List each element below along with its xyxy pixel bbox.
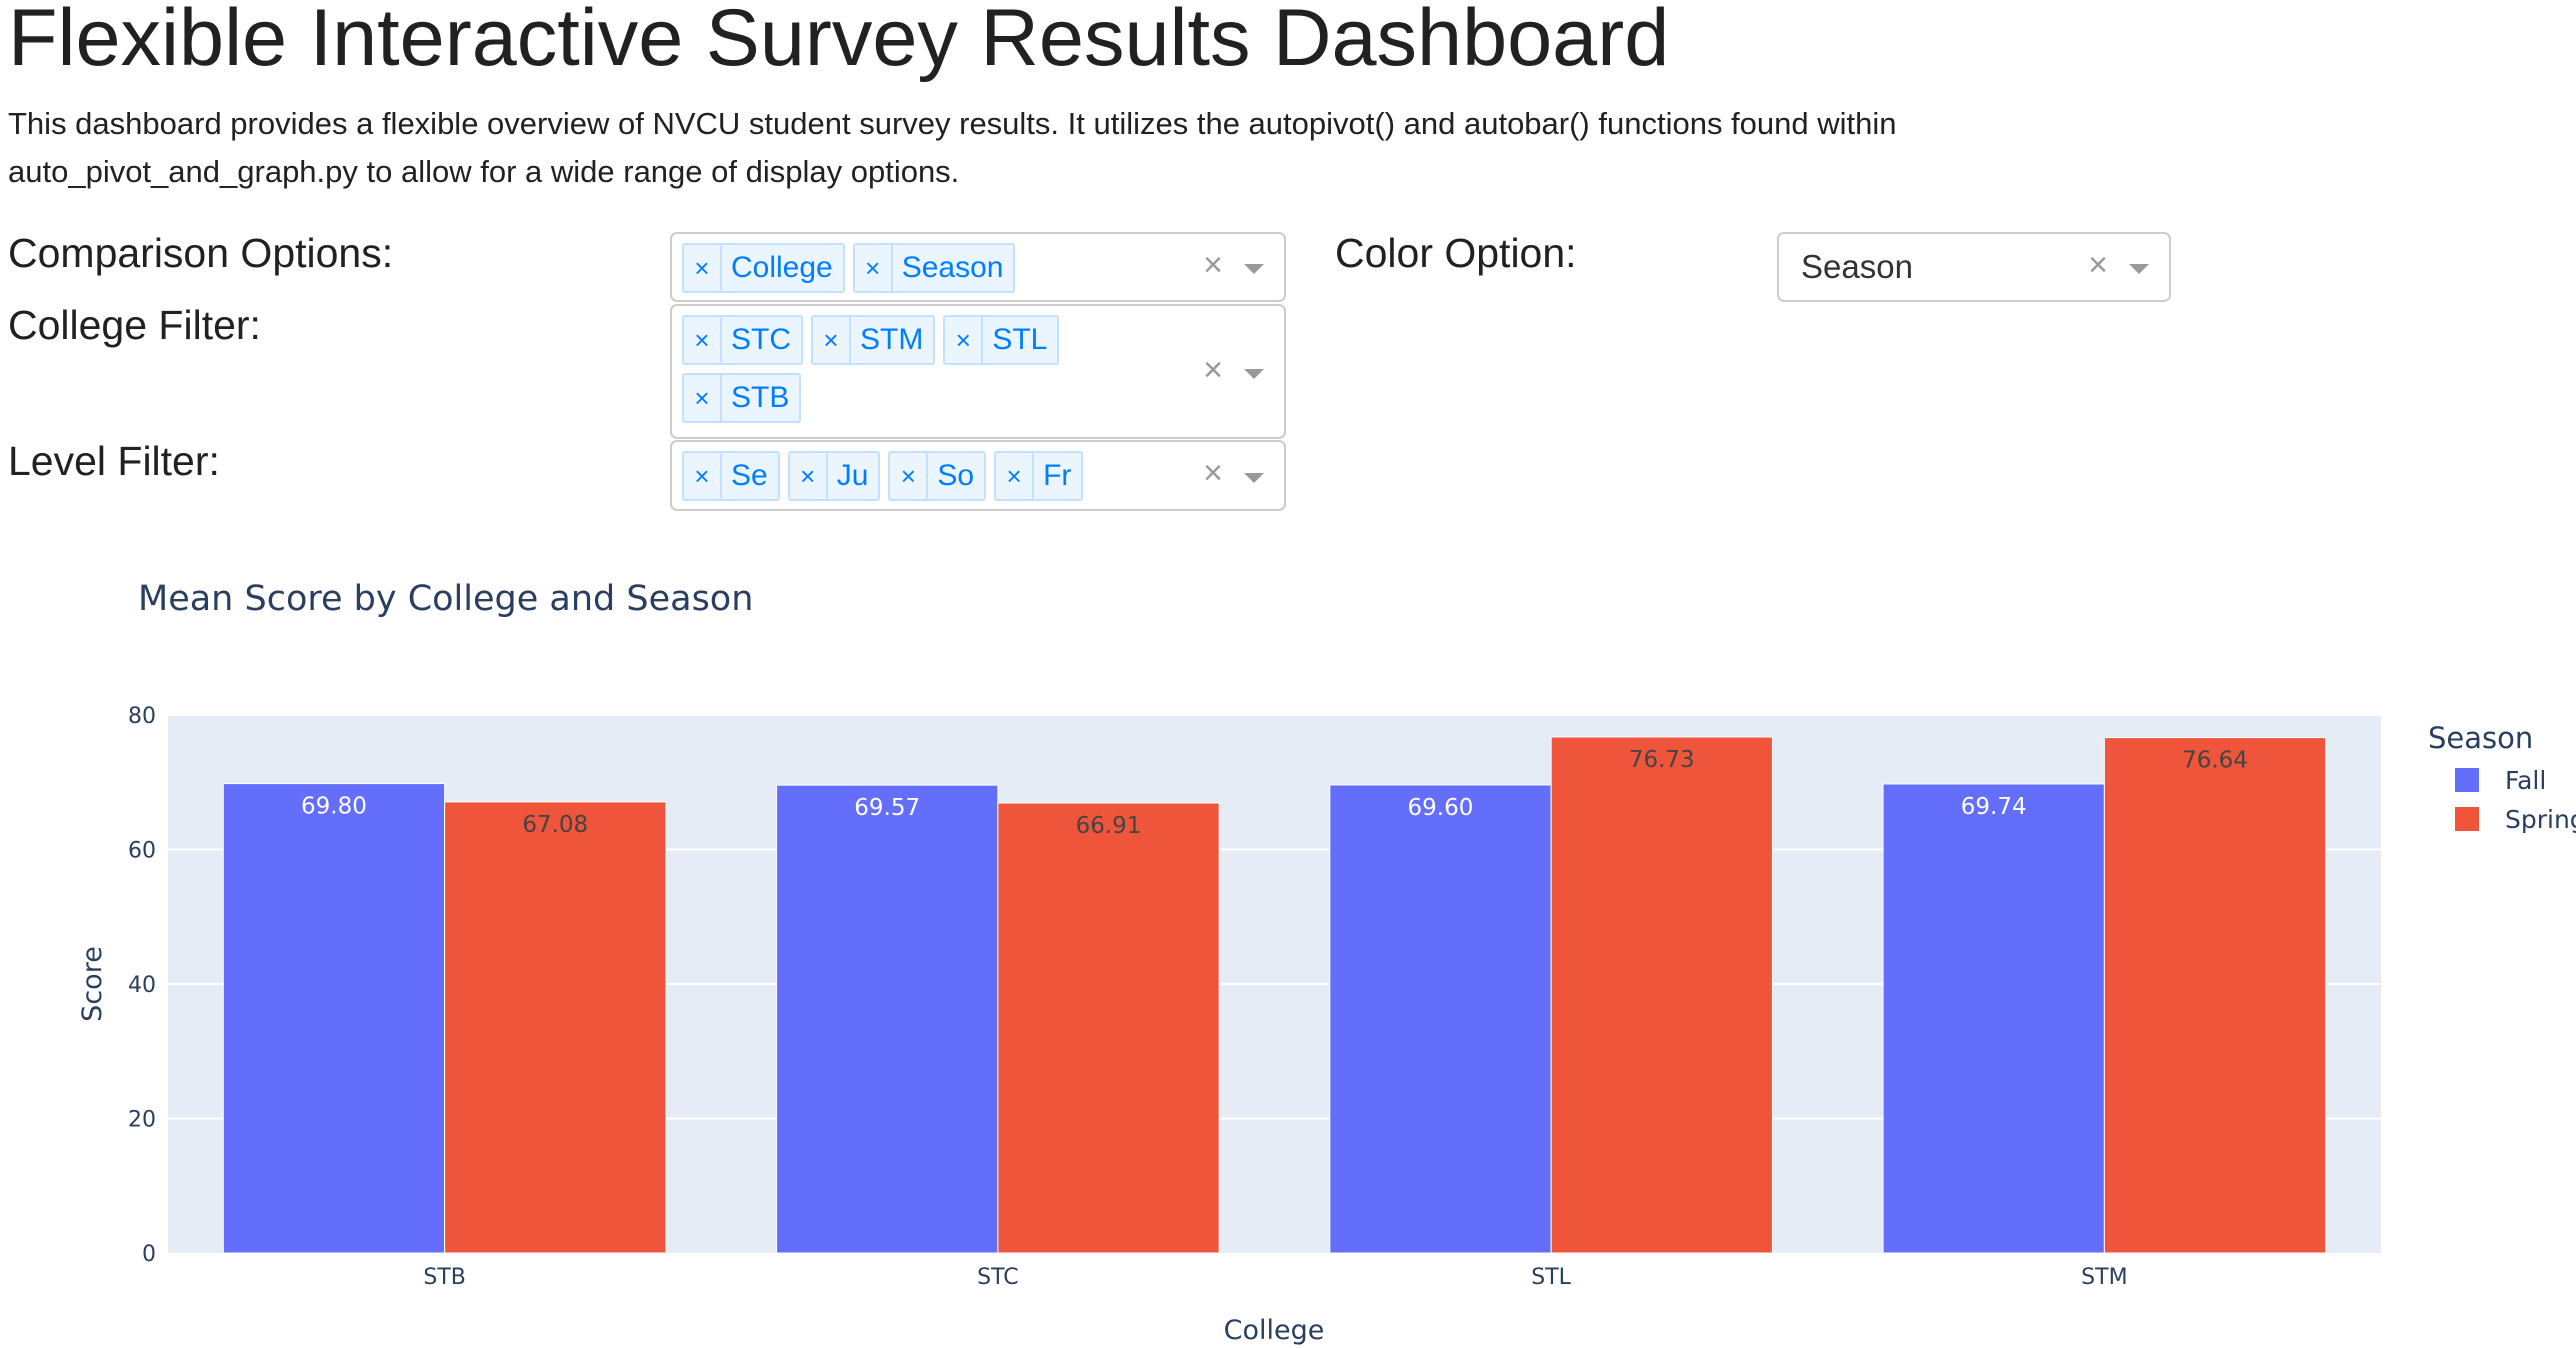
y-axis-title: Score — [77, 946, 108, 1022]
x-tick-label: STC — [977, 1265, 1018, 1290]
data-label: 69.74 — [1961, 794, 2027, 820]
college-filter-dropdown[interactable]: × STC × STM × STL × STB × — [670, 304, 1286, 439]
data-label: 66.91 — [1076, 813, 1142, 839]
chip-stb: × STB — [682, 373, 802, 423]
bar-spring-stl — [1550, 736, 1773, 1254]
level-filter-dropdown[interactable]: × Se × Ju × So × Fr × — [670, 440, 1286, 511]
y-tick-label: 20 — [128, 1108, 156, 1133]
y-tick-label: 40 — [128, 973, 156, 998]
legend-item-label: Fall — [2505, 766, 2546, 795]
chip-label: So — [937, 459, 975, 492]
page-description: This dashboard provides a flexible overv… — [8, 106, 1897, 189]
chevron-down-icon[interactable] — [1244, 264, 1264, 274]
chip-stl: × STL — [943, 315, 1060, 365]
comparison-options-label: Comparison Options: — [8, 230, 394, 276]
close-icon[interactable]: × — [684, 453, 722, 499]
legend: Season Fall Spring — [2428, 721, 2576, 834]
chip-stm: × STM — [811, 315, 936, 365]
clear-icon[interactable]: × — [2083, 246, 2113, 285]
chip-label: Season — [901, 251, 1004, 284]
data-label: 76.73 — [1629, 747, 1695, 773]
level-filter-chips: × Se × Ju × So × Fr — [682, 451, 1184, 509]
chip-label: Ju — [836, 459, 869, 492]
close-icon[interactable]: × — [945, 317, 984, 363]
chip-label: College — [731, 251, 833, 284]
chip-so: × So — [888, 451, 987, 501]
clear-icon[interactable]: × — [1198, 454, 1228, 493]
y-tick-label: 0 — [142, 1242, 156, 1267]
bar-fall-stb — [222, 783, 446, 1254]
bar-fall-stc — [776, 784, 999, 1254]
chip-stc: × STC — [682, 315, 803, 365]
bar-spring-stb — [444, 801, 667, 1254]
comparison-options-chips: × College × Season — [682, 243, 1184, 301]
data-label: 69.57 — [854, 795, 920, 821]
chip-label: STC — [731, 323, 791, 356]
chip-label: Se — [731, 459, 768, 492]
data-label: 69.80 — [301, 794, 367, 820]
close-icon[interactable]: × — [684, 375, 722, 421]
chip-se: × Se — [682, 451, 780, 501]
close-icon[interactable]: × — [890, 453, 929, 499]
clear-icon[interactable]: × — [1198, 351, 1228, 390]
bar-chart: Mean Score by College and Season 0 20 40 60… — [77, 579, 2576, 1346]
close-icon[interactable]: × — [855, 245, 893, 291]
chip-ju: × Ju — [787, 451, 881, 501]
x-tick-label: STB — [423, 1265, 466, 1290]
chip-label: Fr — [1043, 459, 1072, 492]
close-icon[interactable]: × — [684, 317, 722, 363]
color-option-value: Season — [1801, 248, 1913, 285]
x-tick-label: STL — [1531, 1265, 1571, 1290]
close-icon[interactable]: × — [813, 317, 851, 363]
bar-fall-stl — [1329, 784, 1552, 1254]
x-tick-label: STM — [2081, 1265, 2127, 1290]
chevron-down-icon[interactable] — [1244, 369, 1264, 379]
chevron-down-icon[interactable] — [1244, 473, 1264, 483]
chip-label: STL — [992, 323, 1048, 356]
chip-label: STM — [860, 323, 924, 356]
bar-spring-stc — [997, 802, 1220, 1254]
chip-label: STB — [731, 381, 790, 414]
chart-title: Mean Score by College and Season — [138, 579, 753, 619]
college-filter-label: College Filter: — [8, 302, 261, 348]
chip-season: × Season — [852, 243, 1016, 293]
page-title: Flexible Interactive Survey Results Dash… — [8, 0, 1670, 83]
chevron-down-icon[interactable] — [2129, 264, 2149, 274]
data-label: 76.64 — [2182, 748, 2248, 774]
chip-college: × College — [682, 243, 845, 293]
college-filter-chips: × STC × STM × STL × STB — [682, 315, 1184, 431]
legend-swatch-fall — [2455, 768, 2479, 792]
close-icon[interactable]: × — [790, 453, 828, 499]
y-axis-ticks: 0 20 40 60 80 — [128, 704, 156, 1267]
comparison-options-dropdown[interactable]: × College × Season × — [670, 232, 1286, 302]
data-label: 69.60 — [1408, 795, 1474, 821]
close-icon[interactable]: × — [684, 245, 722, 291]
legend-item-label: Spring — [2505, 805, 2576, 834]
data-label: 67.08 — [522, 812, 588, 838]
level-filter-label: Level Filter: — [8, 438, 220, 484]
close-icon[interactable]: × — [996, 453, 1035, 499]
legend-title: Season — [2428, 721, 2533, 755]
x-axis-title: College — [1224, 1315, 1325, 1346]
x-axis-ticks: STB STC STL STM — [423, 1265, 2127, 1290]
color-option-dropdown[interactable]: Season × — [1777, 232, 2171, 302]
bar-spring-stm — [2103, 737, 2327, 1254]
y-tick-label: 80 — [128, 704, 156, 729]
chip-fr: × Fr — [994, 451, 1084, 501]
clear-icon[interactable]: × — [1198, 246, 1228, 285]
y-tick-label: 60 — [128, 839, 156, 864]
legend-swatch-spring — [2455, 807, 2479, 831]
color-option-label: Color Option: — [1335, 230, 1577, 276]
bar-fall-stm — [1882, 783, 2105, 1254]
